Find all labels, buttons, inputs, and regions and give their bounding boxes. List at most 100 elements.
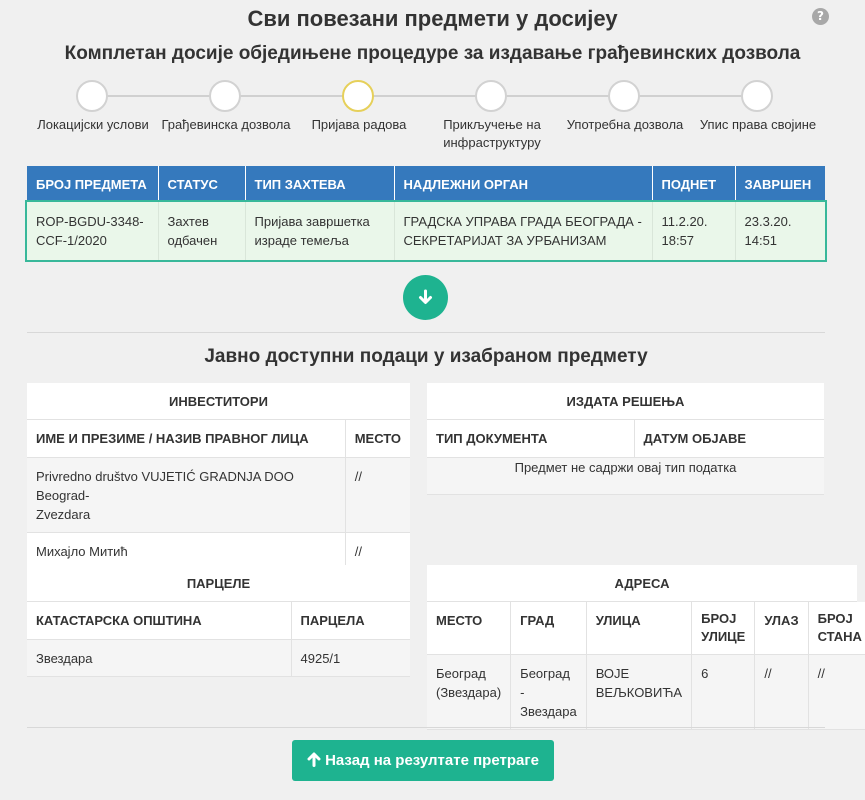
- table-row: Михајло Митић //: [27, 532, 410, 570]
- col-header-parcel: ПАРЦЕЛА: [291, 602, 410, 640]
- step-circle-use-permit[interactable]: [608, 80, 640, 112]
- authority-cell: ГРАДСКА УПРАВА ГРАДА БЕОГРАДА - СЕКРЕТАР…: [394, 202, 653, 260]
- cell-line: Пријава завршетка: [254, 214, 370, 229]
- street-number-cell: 6: [691, 654, 756, 730]
- step-label-use-permit[interactable]: Употребна дозвола: [567, 116, 684, 134]
- step-label-works-registration[interactable]: Пријава радова: [312, 116, 407, 134]
- arrow-up-icon: [307, 752, 321, 767]
- decisions-table: ТИП ДОКУМЕНТА ДАТУМ ОБЈАВЕ Предмет не са…: [427, 420, 824, 495]
- step-label-infrastructure[interactable]: Прикључење на инфраструктуру: [443, 116, 541, 152]
- investor-place-cell: //: [345, 457, 410, 533]
- header-line: УЛИЦЕ: [701, 629, 746, 644]
- step-label-line: инфраструктуру: [443, 135, 541, 150]
- empty-message: Предмет не садржи овај тип податка: [427, 457, 824, 495]
- table-header-row: МЕСТО ГРАД УЛИЦА БРОЈ УЛИЦЕ УЛАЗ БРОЈ СТ…: [427, 602, 865, 655]
- table-row: Београд (Звездара) Београд - Звездара ВО…: [427, 654, 865, 730]
- step-circle-works-registration[interactable]: [342, 80, 374, 112]
- expand-details-button[interactable]: [403, 275, 448, 320]
- city-cell: Београд - Звездара: [510, 654, 587, 730]
- municipality-cell: Звездара: [27, 639, 292, 677]
- place-cell: Београд (Звездара): [427, 654, 512, 730]
- cell-line: израде темеља: [254, 233, 349, 248]
- step-circle-building-permit[interactable]: [209, 80, 241, 112]
- cell-line: одбачен: [167, 233, 218, 248]
- investor-name-cell: Михајло Митић: [27, 532, 346, 570]
- back-button-label: Назад на резултате претраге: [325, 752, 539, 769]
- table-header-row: БРОЈ ПРЕДМЕТА СТАТУС ТИП ЗАХТЕВА НАДЛЕЖН…: [27, 166, 825, 202]
- col-header-status: СТАТУС: [158, 166, 246, 202]
- section-title: Јавно доступни подаци у изабраном предме…: [204, 346, 648, 367]
- cell-line: Zvezdara: [36, 506, 91, 522]
- col-header-apartment: БРОЈ СТАНА: [808, 602, 865, 655]
- page-title: Сви повезани предмети у досијеу: [247, 6, 618, 31]
- table-row: Звездара 4925/1: [27, 639, 410, 677]
- cell-line: 14:51: [744, 233, 778, 248]
- cell-line: 11.2.20.: [661, 214, 708, 229]
- investor-name-cell: Privredno društvo VUJETIĆ GRADNJA DOO Be…: [27, 457, 346, 533]
- cell-line: CCF-1/2020: [36, 233, 107, 248]
- col-header-street-number: БРОЈ УЛИЦЕ: [691, 602, 756, 655]
- cell-line: СЕКРЕТАРИЈАТ ЗА УРБАНИЗАМ: [403, 233, 607, 248]
- back-to-results-button[interactable]: Назад на резултате претраге: [292, 740, 554, 781]
- table-row[interactable]: ROP-BGDU-3348- CCF-1/2020 Захтев одбачен…: [25, 200, 827, 262]
- cell-line: 23.3.20.: [744, 214, 792, 229]
- investors-panel: ИНВЕСТИТОРИ ИМЕ И ПРЕЗИМЕ / НАЗИВ ПРАВНО…: [27, 383, 410, 570]
- case-number-cell: ROP-BGDU-3348- CCF-1/2020: [27, 202, 159, 260]
- step-label-location[interactable]: Локацијски услови: [37, 116, 149, 134]
- step-circle-location[interactable]: [76, 80, 108, 112]
- col-header-authority: НАДЛЕЖНИ ОРГАН: [394, 166, 653, 202]
- cases-table: БРОЈ ПРЕДМЕТА СТАТУС ТИП ЗАХТЕВА НАДЛЕЖН…: [25, 166, 827, 262]
- entrance-cell: //: [754, 654, 809, 730]
- header-line: СТАНА: [817, 629, 862, 644]
- status-cell: Захтев одбачен: [158, 202, 246, 260]
- parcels-table: КАТАСТАРСКА ОПШТИНА ПАРЦЕЛА Звездара 492…: [27, 602, 410, 677]
- header-line: БРОЈ: [701, 611, 737, 626]
- apartment-cell: //: [808, 654, 865, 730]
- investors-table: ИМЕ И ПРЕЗИМЕ / НАЗИВ ПРАВНОГ ЛИЦА МЕСТО…: [27, 420, 410, 570]
- header-line: БРОЈ: [817, 611, 853, 626]
- col-header-case-number: БРОЈ ПРЕДМЕТА: [27, 166, 159, 202]
- cell-line: ГРАДСКА УПРАВА ГРАДА БЕОГРАДА -: [403, 214, 642, 229]
- divider: [27, 332, 825, 333]
- request-type-cell: Пријава завршетка израде темеља: [245, 202, 395, 260]
- cell-line: ROP-BGDU-3348-: [36, 214, 144, 229]
- panel-title: ИНВЕСТИТОРИ: [27, 383, 410, 420]
- step-label-building-permit[interactable]: Грађевинска дозвола: [161, 116, 290, 134]
- divider: [27, 727, 825, 728]
- col-header-entrance: УЛАЗ: [754, 602, 809, 655]
- arrow-down-icon: [419, 289, 432, 304]
- table-row: Privredno društvo VUJETIĆ GRADNJA DOO Be…: [27, 457, 410, 533]
- col-header-municipality: КАТАСТАРСКА ОПШТИНА: [27, 602, 292, 640]
- cell-line: Звездара: [520, 704, 577, 719]
- col-header-request-type: ТИП ЗАХТЕВА: [245, 166, 395, 202]
- submitted-cell: 11.2.20. 18:57: [652, 202, 736, 260]
- completed-cell: 23.3.20. 14:51: [735, 202, 825, 260]
- col-header-completed: ЗАВРШЕН: [735, 166, 825, 202]
- col-header-name: ИМЕ И ПРЕЗИМЕ / НАЗИВ ПРАВНОГ ЛИЦА: [27, 420, 346, 458]
- cell-line: (Звездара): [436, 685, 502, 700]
- cell-line: Захтев: [167, 214, 209, 229]
- street-cell: ВОЈЕ ВЕЉКОВИЋА: [586, 654, 693, 730]
- panel-title: ИЗДАТА РЕШЕЊА: [427, 383, 824, 420]
- step-label-ownership[interactable]: Упис права својине: [700, 116, 816, 134]
- table-header-row: ИМЕ И ПРЕЗИМЕ / НАЗИВ ПРАВНОГ ЛИЦА МЕСТО: [27, 420, 410, 458]
- address-panel: АДРЕСА МЕСТО ГРАД УЛИЦА БРОЈ УЛИЦЕ УЛАЗ …: [427, 565, 865, 730]
- address-table: МЕСТО ГРАД УЛИЦА БРОЈ УЛИЦЕ УЛАЗ БРОЈ СТ…: [427, 602, 865, 730]
- steps-progress-line: [92, 95, 758, 97]
- decisions-panel: ИЗДАТА РЕШЕЊА ТИП ДОКУМЕНТА ДАТУМ ОБЈАВЕ…: [427, 383, 824, 495]
- col-header-document-type: ТИП ДОКУМЕНТА: [427, 420, 635, 458]
- cell-line: ВОЈЕ: [595, 666, 630, 681]
- parcels-panel: ПАРЦЕЛЕ КАТАСТАРСКА ОПШТИНА ПАРЦЕЛА Звез…: [27, 565, 410, 677]
- parcel-cell: 4925/1: [291, 639, 410, 677]
- cell-line: Београд -: [520, 666, 570, 700]
- col-header-publish-date: ДАТУМ ОБЈАВЕ: [634, 420, 824, 458]
- col-header-place: МЕСТО: [427, 602, 512, 655]
- table-header-row: ТИП ДОКУМЕНТА ДАТУМ ОБЈАВЕ: [427, 420, 824, 458]
- step-circle-infrastructure[interactable]: [475, 80, 507, 112]
- panel-title: ПАРЦЕЛЕ: [27, 565, 410, 602]
- step-circle-ownership[interactable]: [741, 80, 773, 112]
- col-header-submitted: ПОДНЕТ: [652, 166, 736, 202]
- table-header-row: КАТАСТАРСКА ОПШТИНА ПАРЦЕЛА: [27, 602, 410, 640]
- cell-line: ВЕЉКОВИЋА: [595, 685, 683, 700]
- investor-place-cell: //: [345, 532, 410, 570]
